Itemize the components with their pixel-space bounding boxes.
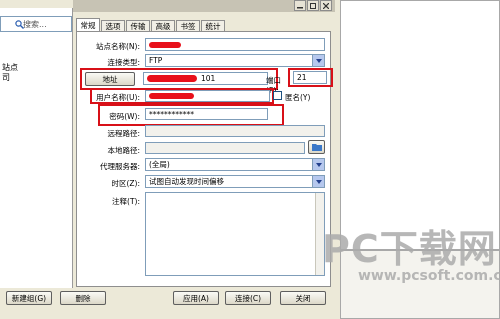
tree-item-company[interactable]: 司 bbox=[2, 72, 10, 83]
username-field[interactable] bbox=[145, 90, 270, 102]
conn-type-value: FTP bbox=[149, 56, 163, 65]
port-value: 21 bbox=[297, 73, 307, 82]
redaction-mark bbox=[149, 41, 181, 48]
timezone-label: 时区(Z): bbox=[111, 179, 140, 188]
proxy-select[interactable]: (全局) bbox=[145, 158, 325, 171]
chevron-down-icon[interactable] bbox=[312, 176, 324, 187]
address-field[interactable]: 101 bbox=[143, 72, 268, 85]
password-label: 密码(W): bbox=[109, 112, 140, 121]
timezone-select[interactable]: 试图自动发现时间偏移 bbox=[145, 175, 325, 188]
delete-button[interactable]: 删除 bbox=[60, 291, 106, 305]
port-field[interactable]: 21 bbox=[293, 71, 327, 84]
remote-path-label: 远程路径: bbox=[107, 129, 140, 138]
tab-general[interactable]: 常规 bbox=[76, 18, 100, 32]
watermark-brand: PC下载网 bbox=[322, 227, 497, 271]
redaction-mark bbox=[147, 75, 197, 82]
search-placeholder: 搜索... bbox=[23, 19, 47, 29]
close-window-button[interactable] bbox=[320, 0, 332, 11]
minimize-icon bbox=[297, 6, 303, 8]
proxy-label: 代理服务器: bbox=[99, 162, 140, 171]
new-group-button[interactable]: 新建组(G) bbox=[6, 291, 52, 305]
address-value: 101 bbox=[201, 74, 216, 83]
right-pane bbox=[340, 0, 500, 250]
remote-path-field[interactable] bbox=[145, 125, 325, 137]
local-path-label: 本地路径: bbox=[107, 146, 140, 155]
search-icon bbox=[15, 20, 24, 29]
anonymous-checkbox[interactable] bbox=[273, 91, 282, 100]
apply-button[interactable]: 应用(A) bbox=[173, 291, 219, 305]
minimize-button[interactable] bbox=[294, 0, 306, 11]
notes-label: 注释(T): bbox=[112, 197, 140, 206]
anonymous-label: 匿名(Y) bbox=[285, 93, 311, 102]
local-path-field[interactable] bbox=[145, 142, 305, 154]
conn-type-select[interactable]: FTP bbox=[145, 54, 325, 67]
chevron-down-icon[interactable] bbox=[312, 159, 324, 170]
username-label: 用户名称(U): bbox=[96, 93, 140, 102]
maximize-button[interactable] bbox=[307, 0, 319, 11]
chevron-down-icon[interactable] bbox=[312, 55, 324, 66]
connect-button[interactable]: 连接(C) bbox=[225, 291, 271, 305]
browse-folder-button[interactable] bbox=[308, 140, 325, 154]
password-value: ************ bbox=[149, 109, 194, 119]
site-name-field[interactable] bbox=[145, 38, 325, 51]
watermark-url: www.pcsoft.com.cn bbox=[358, 268, 500, 284]
maximize-icon bbox=[310, 2, 316, 9]
password-field[interactable]: ************ bbox=[145, 108, 268, 120]
folder-icon bbox=[311, 144, 322, 151]
close-button[interactable]: 关闭 bbox=[280, 291, 326, 305]
close-icon bbox=[323, 2, 329, 9]
address-button[interactable]: 地址 bbox=[85, 72, 135, 86]
proxy-value: (全局) bbox=[149, 160, 170, 169]
search-input[interactable]: 搜索... bbox=[0, 16, 72, 32]
conn-type-label: 连接类型: bbox=[107, 58, 140, 67]
redaction-mark bbox=[149, 93, 194, 99]
timezone-value: 试图自动发现时间偏移 bbox=[149, 177, 224, 186]
site-tree-pane bbox=[0, 8, 73, 288]
notes-textarea[interactable] bbox=[145, 192, 325, 276]
site-name-label: 站点名称(N): bbox=[96, 42, 140, 51]
